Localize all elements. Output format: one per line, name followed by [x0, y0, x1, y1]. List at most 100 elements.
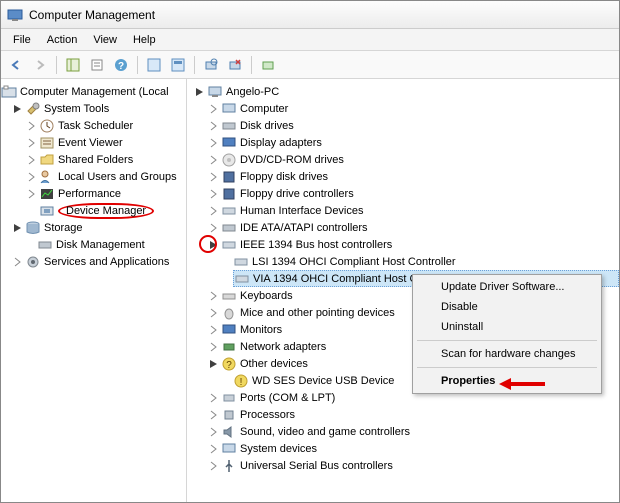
menu-view[interactable]: View: [85, 32, 125, 48]
menu-file[interactable]: File: [5, 32, 39, 48]
expand-icon[interactable]: [12, 256, 24, 268]
label: LSI 1394 OHCI Compliant Host Controller: [252, 256, 456, 268]
ctx-separator: [417, 340, 597, 341]
device-sound[interactable]: Sound, video and game controllers: [207, 423, 619, 440]
collapse-icon[interactable]: [208, 239, 220, 251]
expand-icon[interactable]: [208, 409, 220, 421]
device-hid[interactable]: Human Interface Devices: [207, 202, 619, 219]
expand-icon[interactable]: [26, 120, 38, 132]
label: Ports (COM & LPT): [240, 392, 335, 404]
ctx-update-driver[interactable]: Update Driver Software...: [415, 277, 599, 297]
uninstall-button[interactable]: [224, 54, 246, 76]
monitor-icon: [221, 322, 237, 338]
properties-button[interactable]: [86, 54, 108, 76]
expand-icon[interactable]: [208, 341, 220, 353]
clock-icon: [39, 118, 55, 134]
collapse-icon[interactable]: [12, 222, 24, 234]
keyboard-icon: [221, 288, 237, 304]
ieee-icon: [233, 254, 249, 270]
show-hide-tree-button[interactable]: [62, 54, 84, 76]
floppy-ctrl-icon: [221, 186, 237, 202]
scan-hardware-button[interactable]: [200, 54, 222, 76]
toolbar-separator: [194, 56, 195, 74]
expand-icon[interactable]: [208, 392, 220, 404]
warning-icon: !: [233, 373, 249, 389]
collapse-icon[interactable]: [12, 103, 24, 115]
context-menu: Update Driver Software... Disable Uninst…: [412, 274, 602, 394]
nav-services-apps[interactable]: Services and Applications: [11, 253, 186, 270]
nav-services-label: Services and Applications: [44, 256, 169, 268]
expand-icon[interactable]: [208, 290, 220, 302]
menu-action[interactable]: Action: [39, 32, 86, 48]
device-root[interactable]: Angelo-PC: [193, 83, 619, 100]
nav-event-viewer[interactable]: Event Viewer: [25, 134, 186, 151]
expand-icon[interactable]: [26, 171, 38, 183]
label: System devices: [240, 443, 317, 455]
disk-icon: [37, 237, 53, 253]
collapse-icon[interactable]: [208, 358, 220, 370]
view-button-1[interactable]: [143, 54, 165, 76]
svg-text:?: ?: [118, 61, 124, 72]
label: Floppy drive controllers: [240, 188, 354, 200]
expand-icon[interactable]: [208, 307, 220, 319]
expand-icon[interactable]: [208, 205, 220, 217]
device-processors[interactable]: Processors: [207, 406, 619, 423]
forward-button[interactable]: [29, 54, 51, 76]
label: DVD/CD-ROM drives: [240, 154, 344, 166]
hid-icon: [221, 203, 237, 219]
expand-icon[interactable]: [208, 460, 220, 472]
ctx-properties[interactable]: Properties: [415, 371, 599, 391]
enable-button[interactable]: [257, 54, 279, 76]
device-floppy-ctrl[interactable]: Floppy drive controllers: [207, 185, 619, 202]
ctx-uninstall[interactable]: Uninstall: [415, 317, 599, 337]
expand-icon[interactable]: [208, 443, 220, 455]
expand-icon[interactable]: [208, 324, 220, 336]
expand-icon[interactable]: [208, 137, 220, 149]
menu-help[interactable]: Help: [125, 32, 164, 48]
computer-icon: [221, 101, 237, 117]
nav-root-label: Computer Management (Local: [20, 86, 169, 98]
expand-icon[interactable]: [208, 103, 220, 115]
nav-system-tools[interactable]: System Tools: [11, 100, 186, 117]
device-usb[interactable]: Universal Serial Bus controllers: [207, 457, 619, 474]
nav-local-users[interactable]: Local Users and Groups: [25, 168, 186, 185]
expand-icon[interactable]: [208, 120, 220, 132]
device-floppy-disk[interactable]: Floppy disk drives: [207, 168, 619, 185]
device-dvd[interactable]: DVD/CD-ROM drives: [207, 151, 619, 168]
device-ide[interactable]: IDE ATA/ATAPI controllers: [207, 219, 619, 236]
nav-performance[interactable]: Performance: [25, 185, 186, 202]
svg-text:!: !: [240, 377, 243, 388]
device-disk-drives[interactable]: Disk drives: [207, 117, 619, 134]
left-navigation-pane: Computer Management (Local System Tools …: [1, 79, 187, 502]
label: Event Viewer: [58, 137, 123, 149]
expand-icon[interactable]: [208, 154, 220, 166]
device-computer[interactable]: Computer: [207, 100, 619, 117]
nav-disk-management[interactable]: Disk Management: [37, 236, 186, 253]
storage-icon: [25, 220, 41, 236]
expand-icon[interactable]: [208, 188, 220, 200]
ctx-disable[interactable]: Disable: [415, 297, 599, 317]
expand-icon[interactable]: [26, 154, 38, 166]
back-button[interactable]: [5, 54, 27, 76]
device-system[interactable]: System devices: [207, 440, 619, 457]
management-icon: [1, 84, 17, 100]
help-button[interactable]: ?: [110, 54, 132, 76]
ctx-scan-hardware[interactable]: Scan for hardware changes: [415, 344, 599, 364]
nav-device-manager[interactable]: Device Manager: [25, 202, 186, 219]
ieee-icon: [221, 237, 237, 253]
device-ieee1394[interactable]: IEEE 1394 Bus host controllers: [207, 236, 619, 253]
expand-icon[interactable]: [208, 171, 220, 183]
expand-icon[interactable]: [26, 137, 38, 149]
view-button-2[interactable]: [167, 54, 189, 76]
nav-root[interactable]: Computer Management (Local: [1, 83, 186, 100]
label: Display adapters: [240, 137, 322, 149]
nav-task-scheduler[interactable]: Task Scheduler: [25, 117, 186, 134]
collapse-icon[interactable]: [194, 86, 206, 98]
nav-storage[interactable]: Storage: [11, 219, 186, 236]
device-display[interactable]: Display adapters: [207, 134, 619, 151]
expand-icon[interactable]: [208, 426, 220, 438]
expand-icon[interactable]: [208, 222, 220, 234]
expand-icon[interactable]: [26, 188, 38, 200]
nav-shared-folders[interactable]: Shared Folders: [25, 151, 186, 168]
device-lsi-1394[interactable]: LSI 1394 OHCI Compliant Host Controller: [233, 253, 619, 270]
